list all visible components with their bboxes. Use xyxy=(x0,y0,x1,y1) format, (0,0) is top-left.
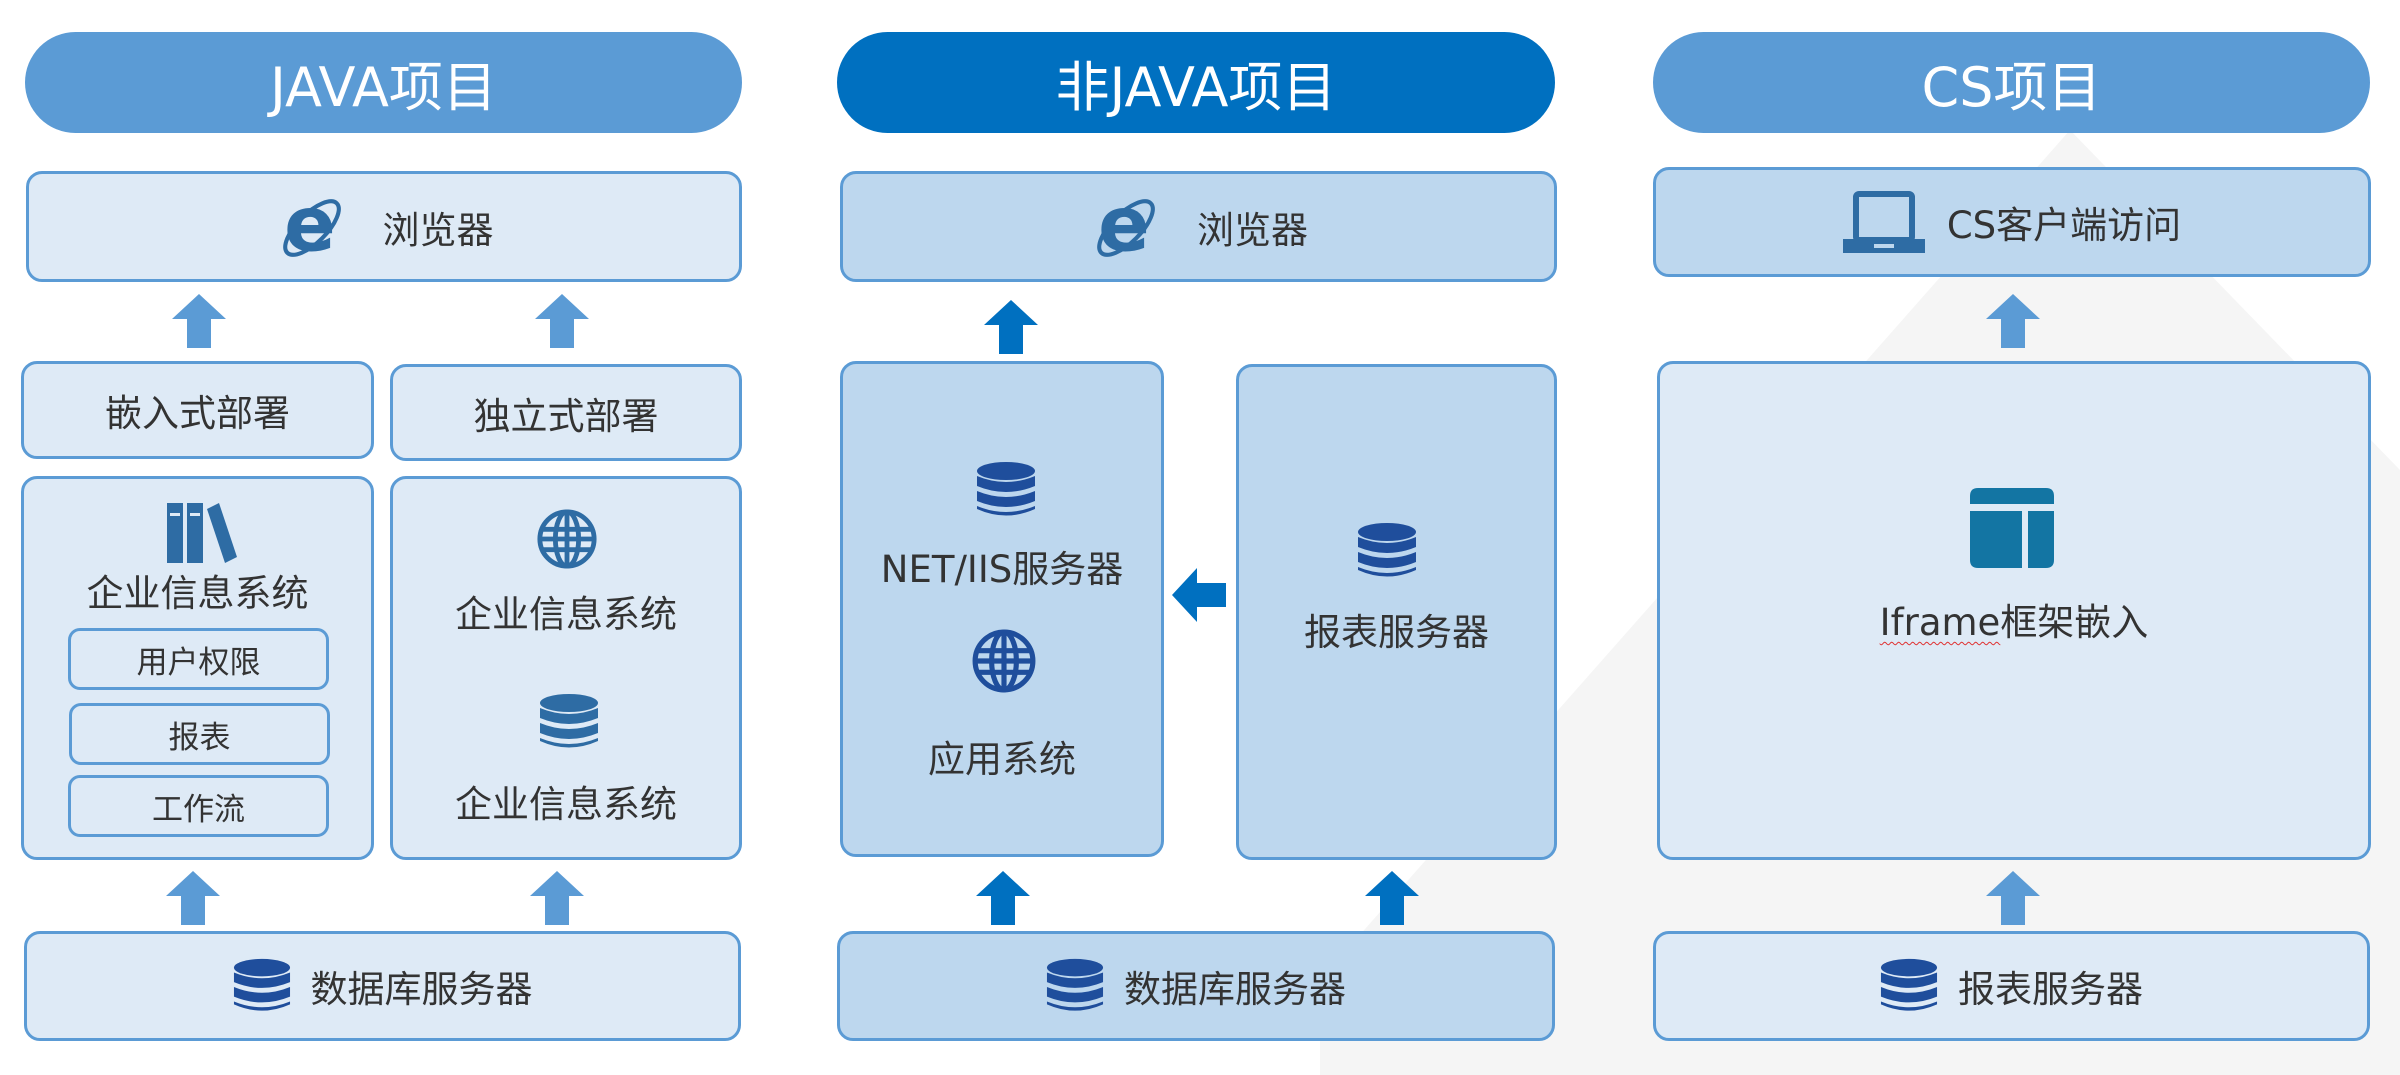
arrow-up-icon xyxy=(1986,871,2040,925)
non-java-database-box: 数据库服务器 xyxy=(837,931,1555,1041)
module-user-permissions: 用户权限 xyxy=(68,628,329,690)
system-label: 企业信息系统 xyxy=(455,783,677,826)
module-label: 工作流 xyxy=(152,791,245,828)
globe-icon xyxy=(971,628,1037,694)
embedded-label: 嵌入式部署 xyxy=(105,392,290,435)
cs-project-header: CS项目 xyxy=(1653,32,2370,133)
iframe-label: Iframe框架嵌入 xyxy=(1660,592,2368,646)
iframe-label-latin: Iframe xyxy=(1879,601,2001,644)
database-label: 数据库服务器 xyxy=(1124,968,1346,1011)
module-label: 用户权限 xyxy=(136,644,261,681)
header-title: CS项目 xyxy=(1921,56,2102,119)
java-project-header: JAVA项目 xyxy=(25,32,742,133)
java-database-box: 数据库服务器 xyxy=(24,931,741,1041)
database-icon xyxy=(539,693,599,751)
books-icon xyxy=(167,503,237,563)
embedded-deploy-box: 嵌入式部署 xyxy=(21,361,374,459)
standalone-label: 独立式部署 xyxy=(473,394,659,438)
database-icon xyxy=(1880,958,1938,1014)
iframe-embed-box: Iframe框架嵌入 xyxy=(1657,361,2371,860)
app-system-label: 应用系统 xyxy=(928,738,1076,781)
non-java-browser-box: 浏览器 xyxy=(840,171,1557,282)
globe-icon xyxy=(536,508,598,570)
arrow-up-icon xyxy=(535,294,589,348)
database-icon xyxy=(1357,522,1417,580)
report-server-label: 报表服务器 xyxy=(1304,611,1489,654)
java-browser-box: 浏览器 xyxy=(26,171,742,282)
arrow-up-icon xyxy=(976,871,1030,925)
laptop-icon xyxy=(1842,191,1925,253)
browser-label: 浏览器 xyxy=(1197,208,1308,252)
cs-report-server-box: 报表服务器 xyxy=(1653,931,2370,1041)
arrow-up-icon xyxy=(172,294,226,348)
standalone-deploy-box: 独立式部署 xyxy=(390,364,742,461)
arrow-up-icon xyxy=(1365,871,1419,925)
iframe-label-rest: 框架嵌入 xyxy=(2000,601,2149,644)
cs-client-box: CS客户端访问 xyxy=(1653,167,2371,277)
module-reports: 报表 xyxy=(69,703,330,765)
system-label: 企业信息系统 xyxy=(455,593,677,636)
report-server-label: 报表服务器 xyxy=(1958,968,2143,1011)
database-icon xyxy=(233,958,291,1014)
ie-browser-icon xyxy=(1089,191,1161,263)
embedded-system-box: 企业信息系统 用户权限 报表 工作流 xyxy=(21,476,374,860)
module-label: 报表 xyxy=(168,719,231,756)
database-icon xyxy=(1046,958,1104,1014)
database-icon xyxy=(976,461,1036,519)
arrow-up-icon xyxy=(1986,294,2040,348)
system-label: 企业信息系统 xyxy=(86,572,309,615)
arrow-up-icon xyxy=(166,871,220,925)
non-java-project-header: 非JAVA项目 xyxy=(837,32,1555,133)
header-title: JAVA项目 xyxy=(270,56,497,119)
arrow-up-icon xyxy=(530,871,584,925)
browser-label: 浏览器 xyxy=(382,208,494,252)
report-server-box: 报表服务器 xyxy=(1236,364,1557,860)
layout-icon xyxy=(1970,488,2054,568)
standalone-system-box: 企业信息系统 企业信息系统 xyxy=(390,476,742,860)
header-title: 非JAVA项目 xyxy=(1055,56,1337,119)
net-server-label: NET/IIS服务器 xyxy=(880,548,1124,591)
database-label: 数据库服务器 xyxy=(310,968,533,1011)
arrow-left-icon xyxy=(1172,568,1226,622)
arrow-up-icon xyxy=(984,300,1038,354)
net-iis-server-box: NET/IIS服务器 应用系统 xyxy=(840,361,1164,857)
cs-client-label: CS客户端访问 xyxy=(1946,204,2182,247)
module-workflow: 工作流 xyxy=(68,775,329,837)
ie-browser-icon xyxy=(275,191,347,263)
